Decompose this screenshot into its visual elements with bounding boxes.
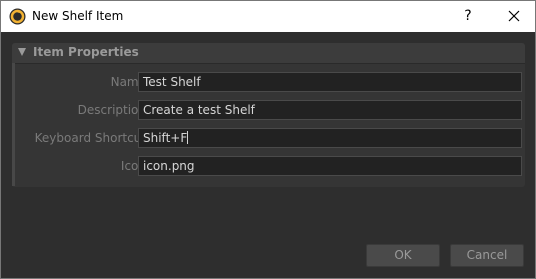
- description-value: Create a test Shelf: [143, 103, 255, 117]
- close-icon[interactable]: [499, 2, 529, 31]
- window-title: New Shelf Item: [32, 9, 124, 23]
- collapse-triangle-icon[interactable]: [18, 48, 26, 56]
- dialog-window: New Shelf Item ? Item Properties Name Te…: [0, 0, 536, 279]
- shortcut-value: Shift+F: [143, 131, 188, 145]
- icon-value: icon.png: [143, 159, 195, 173]
- name-input[interactable]: Test Shelf: [138, 72, 522, 92]
- description-input[interactable]: Create a test Shelf: [138, 100, 522, 120]
- cancel-button[interactable]: Cancel: [450, 244, 524, 267]
- nuke-app-icon: [9, 8, 26, 25]
- group-header[interactable]: Item Properties: [12, 43, 525, 64]
- icon-input[interactable]: icon.png: [138, 156, 522, 176]
- help-button[interactable]: ?: [453, 2, 483, 31]
- shortcut-label: Keyboard Shortcut: [34, 131, 146, 145]
- group-title: Item Properties: [33, 45, 139, 59]
- shortcut-input[interactable]: Shift+F: [138, 128, 522, 148]
- title-bar[interactable]: New Shelf Item ?: [1, 1, 535, 32]
- description-label: Description: [77, 103, 146, 117]
- ok-button[interactable]: OK: [366, 244, 440, 267]
- text-cursor: [187, 131, 189, 144]
- name-value: Test Shelf: [143, 75, 201, 89]
- group-left-rule: [12, 63, 15, 186]
